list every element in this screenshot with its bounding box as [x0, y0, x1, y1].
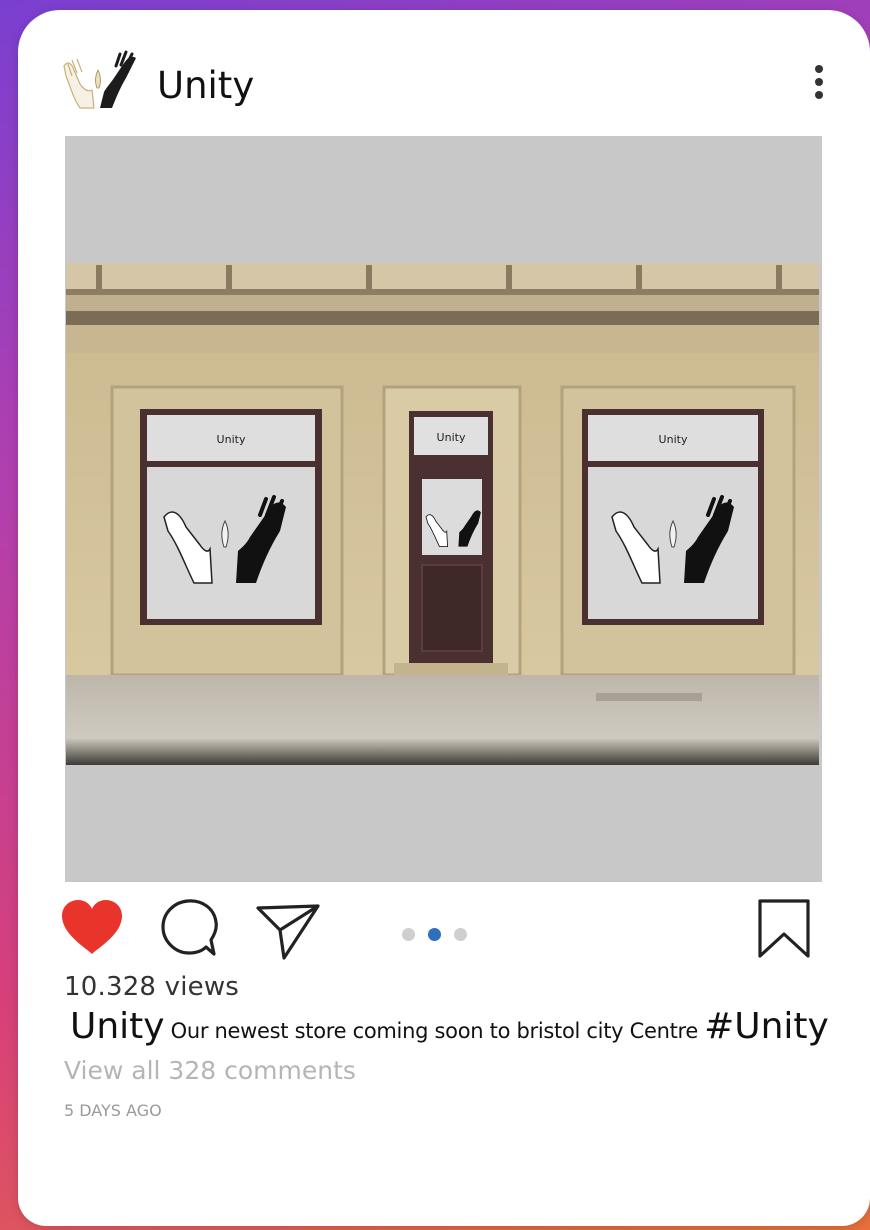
window-right-sign: Unity	[659, 433, 688, 446]
view-count: 10.328 views	[64, 972, 240, 1002]
comment-bubble-icon[interactable]	[159, 898, 219, 958]
carousel-dot[interactable]	[454, 928, 467, 941]
carousel-indicator	[402, 928, 467, 941]
paper-plane-icon[interactable]	[254, 900, 322, 960]
carousel-dot[interactable]	[402, 928, 415, 941]
door-sign: Unity	[437, 431, 466, 444]
caption-text: Our newest store coming soon to bristol …	[170, 1019, 699, 1043]
post-username[interactable]: Unity	[157, 64, 254, 107]
more-vertical-icon[interactable]	[806, 62, 832, 102]
carousel-dot-active[interactable]	[428, 928, 441, 941]
post-caption: Unity Our newest store coming soon to bri…	[70, 1006, 829, 1047]
post-card: Unity Unity Unity Unity 10.328 views Uni…	[18, 10, 870, 1226]
bookmark-icon[interactable]	[756, 898, 812, 960]
post-timestamp: 5 DAYS AGO	[64, 1101, 162, 1120]
storefront-photo: Unity Unity Unity	[66, 263, 819, 765]
heart-icon[interactable]	[60, 898, 124, 958]
hands-logo-icon[interactable]	[58, 50, 138, 112]
caption-hashtag[interactable]: #Unity	[704, 1006, 829, 1047]
post-image[interactable]: Unity Unity Unity	[65, 136, 822, 882]
caption-username[interactable]: Unity	[70, 1006, 165, 1047]
window-left-sign: Unity	[217, 433, 246, 446]
view-all-comments-link[interactable]: View all 328 comments	[64, 1056, 356, 1085]
